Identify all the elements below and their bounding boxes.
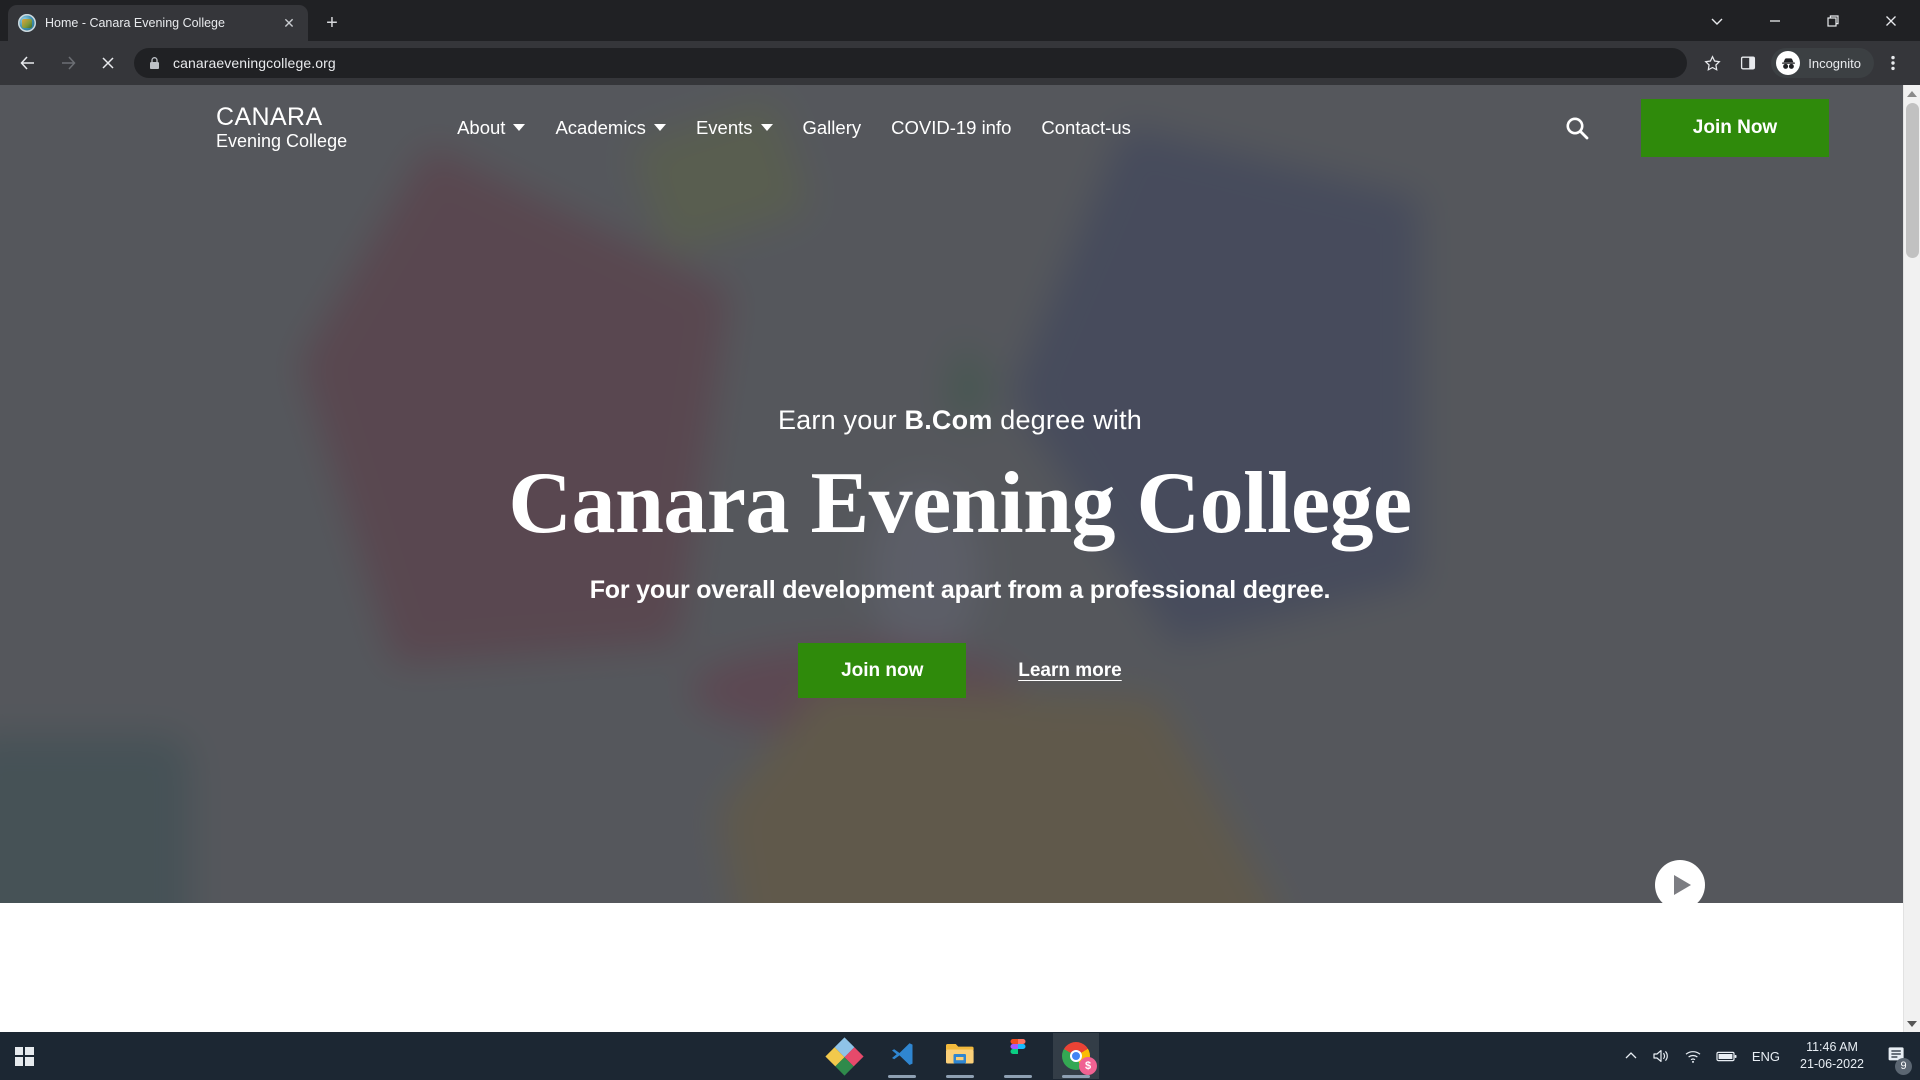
running-indicator bbox=[1062, 1075, 1090, 1078]
back-arrow-icon[interactable] bbox=[11, 46, 45, 80]
join-now-header-button[interactable]: Join Now bbox=[1641, 98, 1829, 157]
language-indicator[interactable]: ENG bbox=[1752, 1049, 1780, 1064]
running-indicator bbox=[946, 1075, 974, 1078]
address-bar[interactable]: canaraeveningcollege.org bbox=[134, 48, 1688, 78]
clock-date: 21-06-2022 bbox=[1800, 1057, 1864, 1071]
main-navigation: About Academics Events Gallery COVID-19 … bbox=[457, 117, 1131, 139]
vscode-icon bbox=[888, 1040, 916, 1073]
nav-item-contact-us[interactable]: Contact-us bbox=[1041, 117, 1130, 139]
nav-label: COVID-19 info bbox=[891, 116, 1012, 138]
url-text: canaraeveningcollege.org bbox=[173, 55, 336, 71]
page-viewport: CANARA Evening College About Academics E… bbox=[0, 85, 1920, 1032]
notification-count-badge: 9 bbox=[1895, 1057, 1912, 1075]
close-window-button[interactable] bbox=[1862, 0, 1920, 41]
browser-tab[interactable]: Home - Canara Evening College ✕ bbox=[8, 5, 308, 41]
file-explorer-icon bbox=[945, 1041, 975, 1072]
toolbar-actions: Incognito bbox=[1695, 46, 1912, 80]
minimize-button[interactable] bbox=[1746, 0, 1804, 41]
three-dot-menu-icon[interactable] bbox=[1876, 46, 1910, 80]
nav-item-gallery[interactable]: Gallery bbox=[803, 117, 862, 139]
chevron-down-icon bbox=[513, 124, 526, 131]
browser-toolbar: canaraeveningcollege.org Incognito bbox=[0, 41, 1920, 85]
hero-subtitle: For your overall development apart from … bbox=[589, 576, 1331, 605]
clock-time: 11:46 AM bbox=[1806, 1040, 1858, 1055]
taskbar-app-figma[interactable] bbox=[995, 1033, 1041, 1079]
nav-label: About bbox=[457, 116, 506, 138]
brand-name: CANARA bbox=[216, 103, 323, 132]
stop-loading-icon[interactable] bbox=[91, 46, 125, 80]
speaker-icon[interactable] bbox=[1652, 1048, 1670, 1064]
incognito-label: Incognito bbox=[1808, 55, 1861, 71]
running-indicator bbox=[1004, 1075, 1032, 1078]
restore-button[interactable] bbox=[1804, 0, 1862, 41]
browser-window: Home - Canara Evening College ✕ + canara… bbox=[0, 0, 1920, 1032]
nav-item-covid-19-info[interactable]: COVID-19 info bbox=[891, 117, 1011, 139]
forward-arrow-icon[interactable] bbox=[51, 46, 85, 80]
figma-icon bbox=[1008, 1038, 1028, 1074]
adobe-xd-icon bbox=[824, 1036, 864, 1076]
chrome-badge: $ bbox=[1079, 1057, 1097, 1075]
nav-label: Events bbox=[695, 116, 753, 138]
incognito-icon bbox=[1776, 51, 1801, 75]
clock[interactable]: 11:46 AM 21-06-2022 bbox=[1794, 1039, 1870, 1073]
scroll-up-arrow-icon[interactable] bbox=[1904, 85, 1920, 102]
college-favicon-icon bbox=[18, 14, 36, 32]
page-scrollbar[interactable] bbox=[1903, 85, 1920, 1032]
scroll-down-arrow-icon[interactable] bbox=[1904, 1015, 1920, 1032]
incognito-badge[interactable]: Incognito bbox=[1771, 48, 1874, 78]
windows-start-icon[interactable] bbox=[0, 1032, 48, 1080]
nav-label: Contact-us bbox=[1041, 116, 1131, 138]
hero-eyebrow-suffix: degree with bbox=[992, 405, 1143, 435]
tab-title: Home - Canara Evening College bbox=[45, 16, 225, 30]
hero-cta-row: Join now Learn more bbox=[0, 643, 1920, 699]
notification-icon[interactable]: 9 bbox=[1884, 1044, 1912, 1075]
nav-label: Gallery bbox=[802, 116, 862, 138]
windows-logo bbox=[14, 1046, 34, 1066]
nav-label: Academics bbox=[555, 116, 646, 138]
search-icon[interactable] bbox=[1553, 104, 1601, 152]
taskbar-app-file-explorer[interactable] bbox=[937, 1033, 983, 1079]
windows-taskbar: $ ENG 11:46 AM 21-06-2022 9 bbox=[0, 1032, 1920, 1080]
chevron-down-icon bbox=[760, 124, 773, 131]
scrollbar-thumb[interactable] bbox=[1906, 103, 1919, 258]
learn-more-link[interactable]: Learn more bbox=[1018, 660, 1121, 682]
page-title: Canara Evening College bbox=[508, 455, 1412, 552]
taskbar-app-chrome[interactable]: $ bbox=[1053, 1033, 1099, 1079]
chevron-up-icon[interactable] bbox=[1624, 1049, 1638, 1063]
hero-eyebrow-prefix: Earn your bbox=[777, 405, 905, 435]
site-logo[interactable]: CANARA Evening College bbox=[216, 103, 347, 151]
header-actions: Join Now bbox=[1553, 98, 1920, 157]
hero-eyebrow: Earn your B.Com degree with bbox=[0, 405, 1920, 436]
system-tray: ENG 11:46 AM 21-06-2022 9 bbox=[1624, 1039, 1920, 1075]
nav-item-events[interactable]: Events bbox=[696, 117, 773, 139]
join-now-button[interactable]: Join now bbox=[798, 643, 967, 699]
lock-icon bbox=[148, 56, 161, 70]
new-tab-button[interactable]: + bbox=[318, 9, 346, 37]
nav-item-academics[interactable]: Academics bbox=[555, 116, 666, 139]
play-button-icon[interactable] bbox=[1655, 860, 1705, 903]
taskbar-app-adobe-xd[interactable] bbox=[821, 1033, 867, 1079]
hero-section: CANARA Evening College About Academics E… bbox=[0, 85, 1920, 903]
site-header: CANARA Evening College About Academics E… bbox=[0, 85, 1920, 170]
wifi-icon[interactable] bbox=[1684, 1049, 1702, 1064]
taskbar-apps: $ bbox=[821, 1032, 1099, 1080]
window-controls bbox=[1688, 0, 1920, 41]
hero-content: Earn your B.Com degree with Canara Eveni… bbox=[0, 405, 1920, 699]
side-panel-icon[interactable] bbox=[1731, 46, 1765, 80]
chevron-down-icon bbox=[653, 124, 666, 131]
hero-eyebrow-strong: B.Com bbox=[904, 405, 993, 435]
star-icon[interactable] bbox=[1695, 46, 1729, 80]
close-tab-icon[interactable]: ✕ bbox=[280, 14, 298, 32]
brand-tagline: Evening College bbox=[216, 131, 348, 152]
taskbar-app-vscode[interactable] bbox=[879, 1033, 925, 1079]
nav-item-about[interactable]: About bbox=[457, 116, 526, 139]
tab-search-button[interactable] bbox=[1688, 0, 1746, 41]
battery-icon[interactable] bbox=[1716, 1050, 1738, 1063]
running-indicator bbox=[888, 1075, 916, 1078]
tab-strip: Home - Canara Evening College ✕ + bbox=[0, 0, 1920, 41]
